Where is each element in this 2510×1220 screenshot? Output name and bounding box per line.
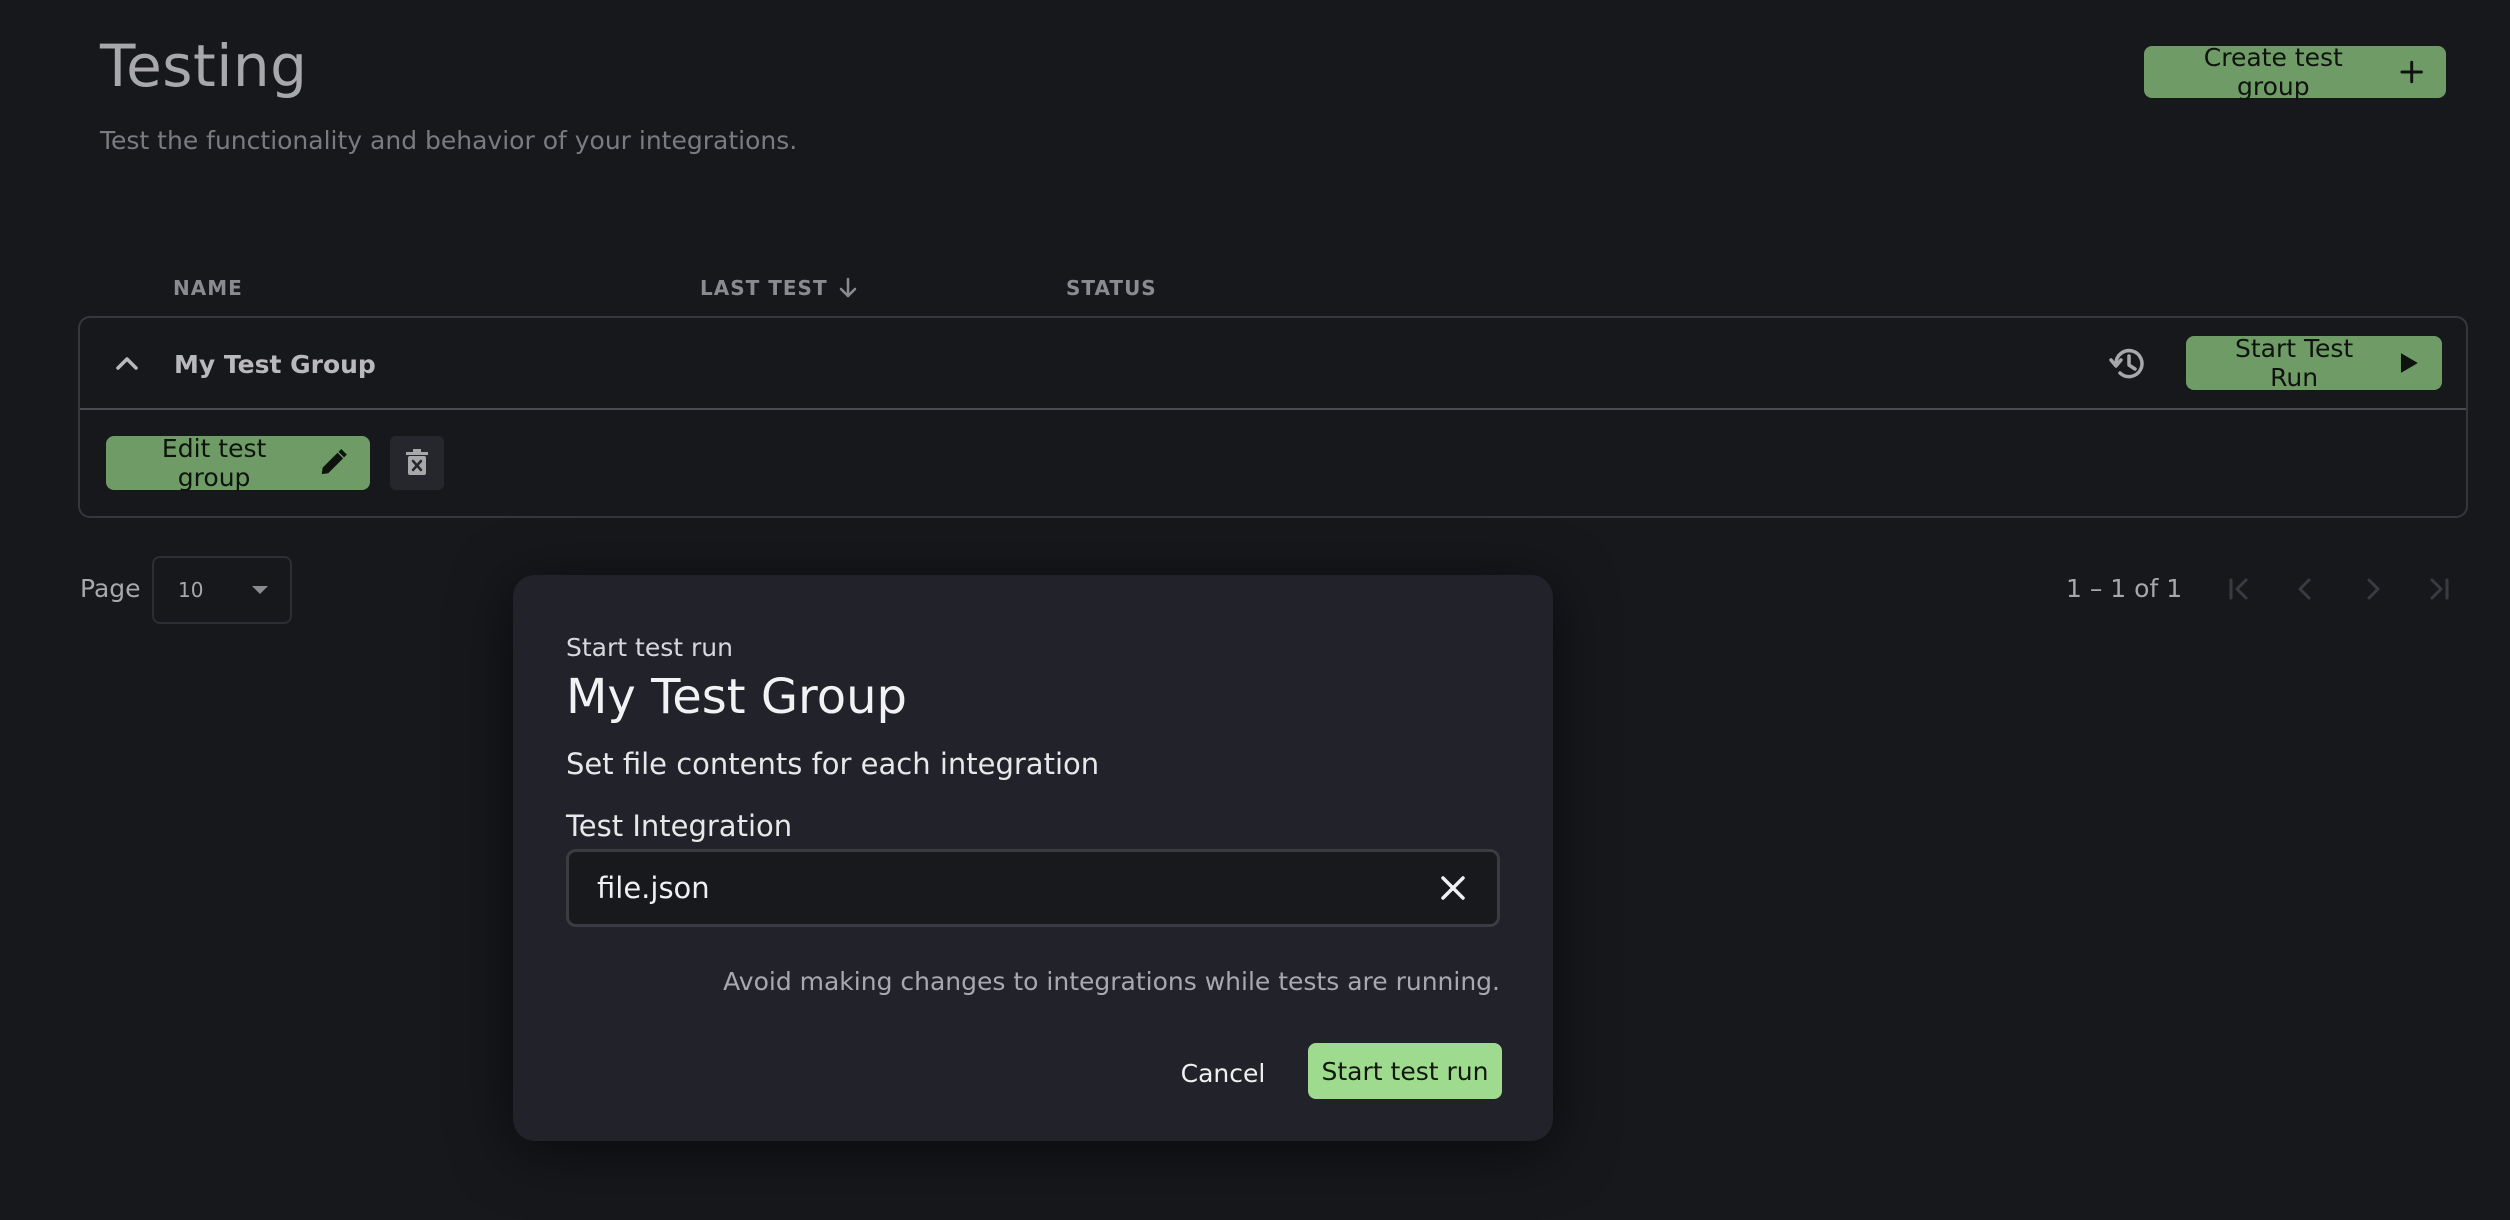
confirm-start-test-run-button[interactable]: Start test run bbox=[1308, 1043, 1502, 1099]
page-size-label: Page bbox=[80, 574, 141, 603]
test-group-card: My Test Group Start Test Run Edit test g… bbox=[78, 316, 2468, 518]
start-test-run-button[interactable]: Start Test Run bbox=[2186, 334, 2442, 392]
column-header-name-label: NAME bbox=[173, 276, 243, 300]
last-page-icon[interactable] bbox=[2422, 572, 2456, 606]
dialog-title: My Test Group bbox=[566, 669, 907, 725]
column-header-status[interactable]: STATUS bbox=[1066, 276, 1157, 300]
column-header-status-label: STATUS bbox=[1066, 276, 1157, 300]
history-icon[interactable] bbox=[2106, 342, 2150, 386]
start-test-run-label: Start Test Run bbox=[2234, 334, 2354, 392]
column-header-last-test-label: LAST TEST bbox=[700, 276, 828, 300]
play-icon bbox=[2401, 353, 2419, 373]
dialog-warning-text: Avoid making changes to integrations whi… bbox=[723, 967, 1500, 996]
page-size-select[interactable]: 10 bbox=[152, 556, 292, 624]
next-page-icon[interactable] bbox=[2356, 572, 2390, 606]
page-title: Testing bbox=[100, 32, 308, 100]
create-test-group-button[interactable]: Create test group bbox=[2144, 43, 2446, 101]
edit-test-group-button[interactable]: Edit test group bbox=[106, 434, 370, 492]
pencil-icon bbox=[321, 449, 348, 475]
trash-icon bbox=[406, 449, 428, 475]
chevron-up-icon[interactable] bbox=[110, 346, 144, 380]
edit-test-group-label: Edit test group bbox=[161, 434, 267, 492]
first-page-icon[interactable] bbox=[2222, 572, 2256, 606]
page-size-value: 10 bbox=[178, 578, 204, 602]
create-test-group-label: Create test group bbox=[2203, 43, 2343, 101]
integration-field-label: Test Integration bbox=[566, 809, 793, 843]
column-header-last-test[interactable]: LAST TEST bbox=[700, 276, 858, 300]
cancel-button[interactable]: Cancel bbox=[1163, 1045, 1283, 1101]
previous-page-icon[interactable] bbox=[2288, 572, 2322, 606]
test-group-row[interactable]: My Test Group Start Test Run bbox=[80, 318, 2466, 410]
delete-test-group-button[interactable] bbox=[390, 436, 444, 490]
arrow-down-icon bbox=[839, 277, 856, 298]
column-header-name[interactable]: NAME bbox=[173, 276, 243, 300]
pagination-range: 1 – 1 of 1 bbox=[2066, 574, 2183, 603]
dialog-eyebrow: Start test run bbox=[566, 633, 733, 662]
close-icon[interactable] bbox=[1435, 870, 1471, 906]
integration-file-field[interactable]: file.json bbox=[566, 849, 1500, 927]
plus-icon bbox=[2400, 60, 2423, 84]
dialog-section-heading: Set file contents for each integration bbox=[566, 747, 1100, 781]
test-group-name: My Test Group bbox=[174, 350, 376, 379]
start-test-run-dialog: Start test run My Test Group Set file co… bbox=[513, 575, 1553, 1141]
integration-file-value: file.json bbox=[597, 871, 710, 905]
page-subtitle: Test the functionality and behavior of y… bbox=[100, 126, 798, 155]
caret-down-icon bbox=[252, 586, 268, 594]
